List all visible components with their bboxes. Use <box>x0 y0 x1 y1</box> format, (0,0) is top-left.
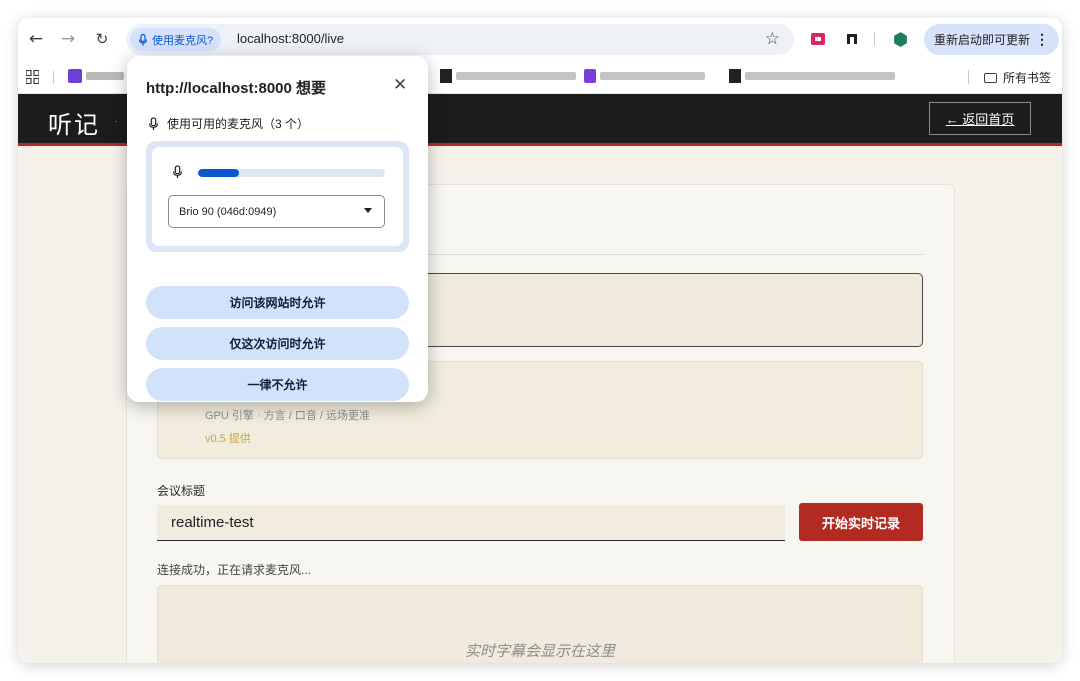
popup-subtitle: 使用可用的麦克风（3 个） <box>148 115 309 132</box>
meeting-title-label: 会议标题 <box>157 484 206 498</box>
browser-toolbar: ← → ↻ 使用麦克风? localhost:8000/live ☆ 重新启动即… <box>18 18 1062 61</box>
transcript-placeholder: 实时字幕会显示在这里 <box>464 643 615 660</box>
mic-icon <box>149 116 158 130</box>
mic-preview-inner: Brio 90 (046d:0949) <box>152 147 403 246</box>
engine-version: v0.5 提供 <box>205 433 251 445</box>
logo-subtitle-obscured: · <box>114 116 118 127</box>
bookmark-favicon[interactable] <box>584 69 596 83</box>
forward-arrow-icon[interactable]: → <box>57 28 79 50</box>
mic-permission-chip[interactable]: 使用麦克风? <box>130 28 222 51</box>
toolbar-divider <box>874 32 875 46</box>
menu-dots-icon[interactable]: ⋮ <box>1035 31 1049 48</box>
mic-icon <box>173 165 182 179</box>
extension-red-icon[interactable] <box>810 31 826 47</box>
transcript-area: 实时字幕会显示在这里 <box>157 585 923 663</box>
close-icon[interactable]: ✕ <box>393 75 407 95</box>
permission-popup: http://localhost:8000 想要 ✕ 使用可用的麦克风（3 个） <box>127 56 428 402</box>
bookmark-obscured[interactable] <box>456 72 576 80</box>
bookmark-favicon[interactable] <box>440 69 452 83</box>
apps-grid-icon[interactable] <box>26 70 39 84</box>
mic-icon <box>138 33 148 45</box>
folder-icon <box>984 72 997 83</box>
status-text: 连接成功，正在请求麦克风... <box>157 563 312 577</box>
bookmarks-divider <box>968 70 969 84</box>
device-select[interactable]: Brio 90 (046d:0949) <box>168 195 385 228</box>
chevron-down-icon <box>364 208 372 213</box>
mic-level-meter <box>198 169 385 177</box>
star-icon[interactable]: ☆ <box>765 29 780 49</box>
browser-window: ← → ↻ 使用麦克风? localhost:8000/live ☆ 重新启动即… <box>18 18 1062 663</box>
address-bar[interactable]: 使用麦克风? localhost:8000/live ☆ <box>126 24 794 55</box>
profile-avatar-icon[interactable] <box>892 31 908 47</box>
never-allow-button[interactable]: 一律不允许 <box>146 368 409 401</box>
bookmark-favicon[interactable] <box>68 69 82 83</box>
popup-title: http://localhost:8000 想要 <box>146 80 327 97</box>
selected-device: Brio 90 (046d:0949) <box>179 205 277 218</box>
mic-preview-panel: Brio 90 (046d:0949) <box>146 141 409 252</box>
back-home-button[interactable]: ← 返回首页 <box>929 102 1031 135</box>
back-arrow-icon[interactable]: ← <box>25 28 47 50</box>
update-label: 重新启动即可更新 <box>934 33 1031 47</box>
popup-subtitle-text: 使用可用的麦克风（3 个） <box>167 117 310 131</box>
start-recording-button[interactable]: 开始实时记录 <box>799 503 923 541</box>
bookmark-obscured[interactable] <box>745 72 895 80</box>
bookmark-favicon[interactable] <box>729 69 741 83</box>
mic-level-fill <box>198 169 240 177</box>
url-text: localhost:8000/live <box>237 31 344 46</box>
bookmark-obscured[interactable] <box>600 72 705 80</box>
mic-chip-label: 使用麦克风? <box>152 34 214 47</box>
allow-this-time-button[interactable]: 仅这次访问时允许 <box>146 327 409 360</box>
update-button[interactable]: 重新启动即可更新 ⋮ <box>924 24 1059 55</box>
extension-dark-icon[interactable] <box>844 31 860 47</box>
all-bookmarks-button[interactable]: 所有书签 <box>984 69 1051 86</box>
site-logo[interactable]: 听记 <box>48 105 100 140</box>
all-bookmarks-label: 所有书签 <box>1003 71 1052 85</box>
meeting-title-input[interactable] <box>157 505 785 541</box>
reload-icon[interactable]: ↻ <box>91 28 113 50</box>
bookmark-obscured[interactable] <box>86 72 124 80</box>
allow-while-visiting-button[interactable]: 访问该网站时允许 <box>146 286 409 319</box>
engine-note: GPU 引擎 · 方言 / 口音 / 远场更准 <box>205 410 371 422</box>
bookmarks-divider <box>53 71 54 84</box>
